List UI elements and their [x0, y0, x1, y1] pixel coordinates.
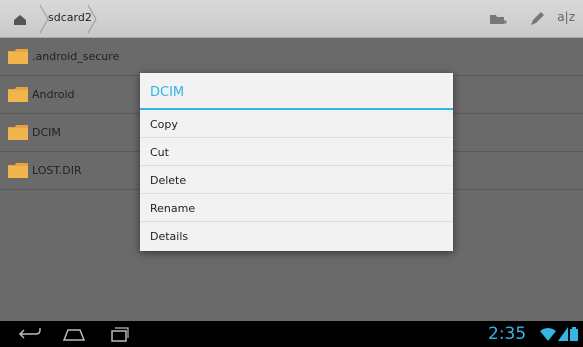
system-nav-bar: 2:35 — [0, 321, 583, 347]
breadcrumb-separator-icon — [87, 4, 97, 34]
file-name: .android_secure — [32, 50, 120, 63]
menu-item-rename[interactable]: Rename — [140, 194, 453, 222]
menu-item-label: Delete — [150, 174, 187, 187]
new-folder-icon[interactable] — [488, 9, 508, 29]
wifi-icon — [540, 328, 556, 341]
folder-icon — [8, 125, 28, 140]
menu-item-label: Rename — [150, 202, 196, 215]
clock: 2:35 — [488, 324, 527, 344]
list-item[interactable]: .android_secure — [0, 38, 583, 76]
menu-item-details[interactable]: Details — [140, 222, 453, 250]
home-icon — [14, 15, 26, 25]
context-menu-dialog: DCIM Copy Cut Delete Rename Details — [140, 73, 453, 251]
dialog-title: DCIM — [150, 85, 185, 100]
home-icon[interactable] — [62, 326, 86, 342]
folder-icon — [8, 49, 28, 64]
menu-item-label: Details — [150, 230, 189, 243]
folder-icon — [8, 87, 28, 102]
edit-pencil-icon[interactable] — [527, 9, 547, 29]
menu-item-delete[interactable]: Delete — [140, 166, 453, 194]
sort-button[interactable]: a|z — [557, 10, 575, 24]
folder-icon — [8, 163, 28, 178]
back-icon[interactable] — [18, 326, 42, 342]
home-button[interactable] — [2, 3, 38, 35]
recent-apps-icon[interactable] — [108, 326, 130, 342]
menu-item-copy[interactable]: Copy — [140, 110, 453, 138]
menu-item-label: Cut — [150, 146, 169, 159]
battery-icon — [570, 327, 578, 341]
file-name: LOST.DIR — [32, 164, 82, 177]
signal-icon — [558, 327, 568, 341]
toolbar: sdcard2 a|z — [0, 0, 583, 38]
menu-item-label: Copy — [150, 118, 178, 131]
menu-item-cut[interactable]: Cut — [140, 138, 453, 166]
file-name: Android — [32, 88, 75, 101]
file-name: DCIM — [32, 126, 61, 139]
